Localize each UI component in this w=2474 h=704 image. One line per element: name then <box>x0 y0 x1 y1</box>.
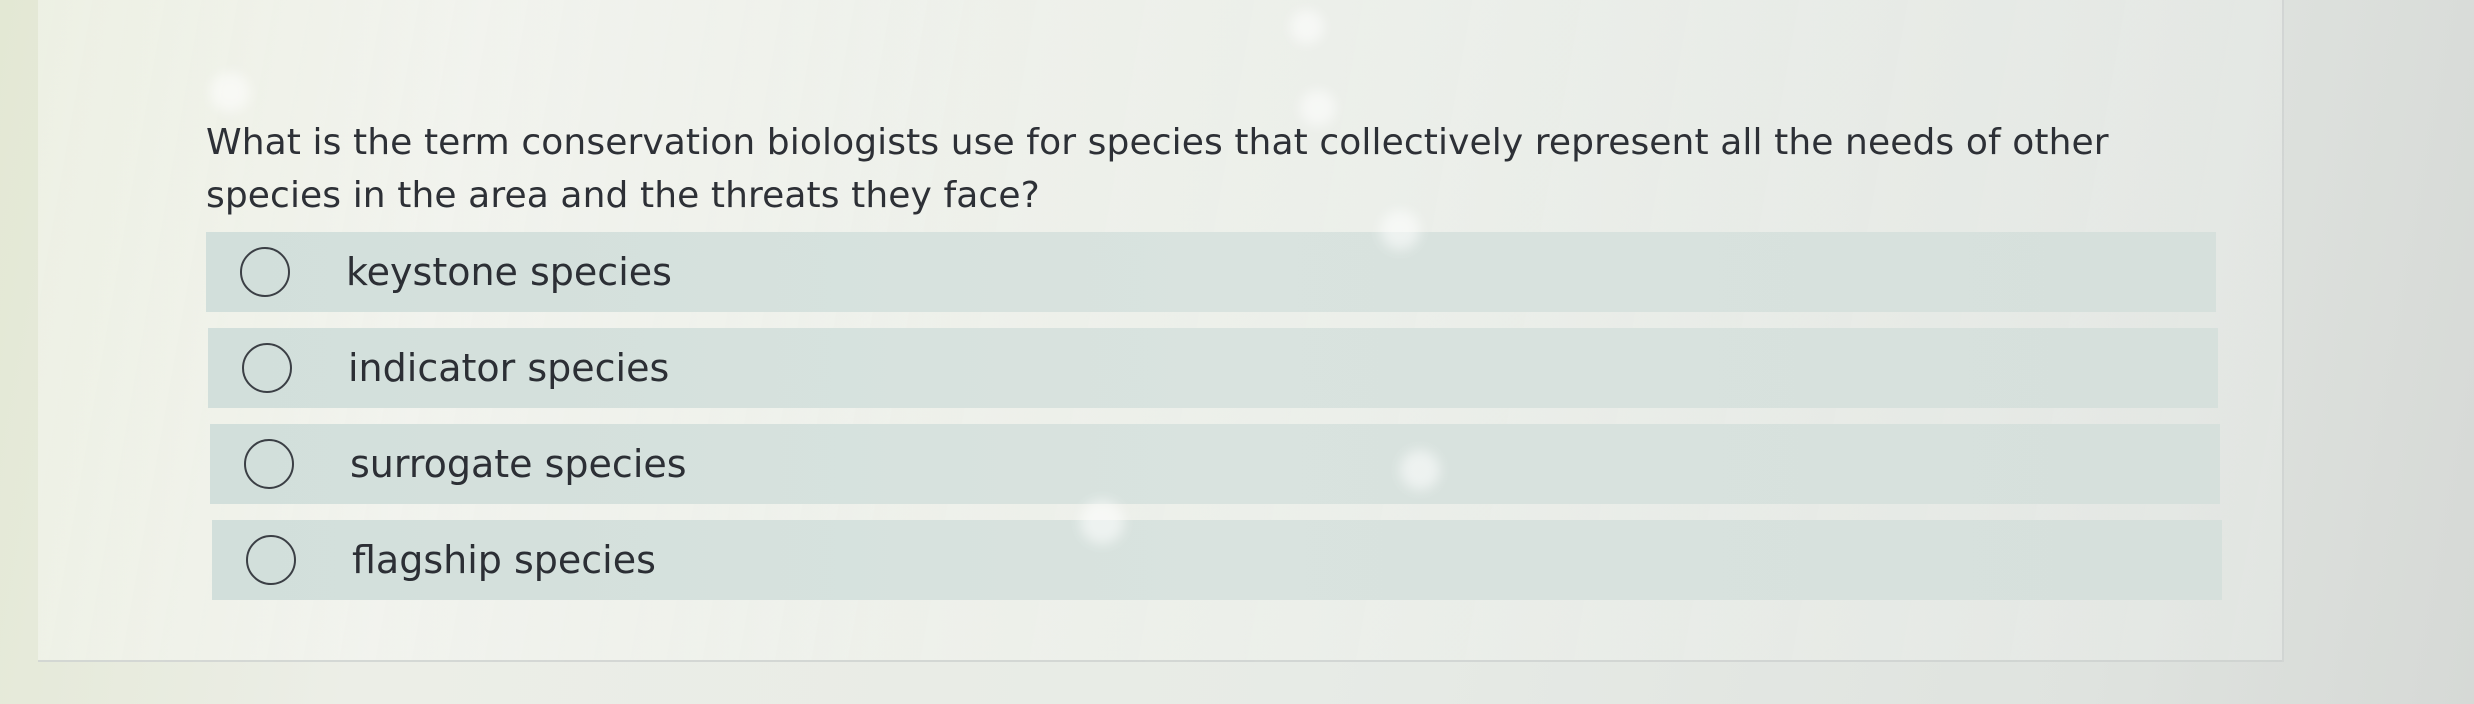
option-label: indicator species <box>348 346 670 390</box>
radio-button[interactable] <box>246 535 296 585</box>
radio-button[interactable] <box>242 343 292 393</box>
option-surrogate-species[interactable]: surrogate species <box>210 424 2220 504</box>
option-label: flagship species <box>352 538 656 582</box>
question-card: What is the term conservation biologists… <box>38 0 2284 662</box>
radio-button[interactable] <box>240 247 290 297</box>
option-label: surrogate species <box>350 442 687 486</box>
option-keystone-species[interactable]: keystone species <box>206 232 2216 312</box>
option-indicator-species[interactable]: indicator species <box>208 328 2218 408</box>
question-text: What is the term conservation biologists… <box>206 122 2109 216</box>
option-flagship-species[interactable]: flagship species <box>212 520 2222 600</box>
radio-button[interactable] <box>244 439 294 489</box>
option-label: keystone species <box>346 250 672 294</box>
answer-options: keystone species indicator species surro… <box>206 232 2222 616</box>
